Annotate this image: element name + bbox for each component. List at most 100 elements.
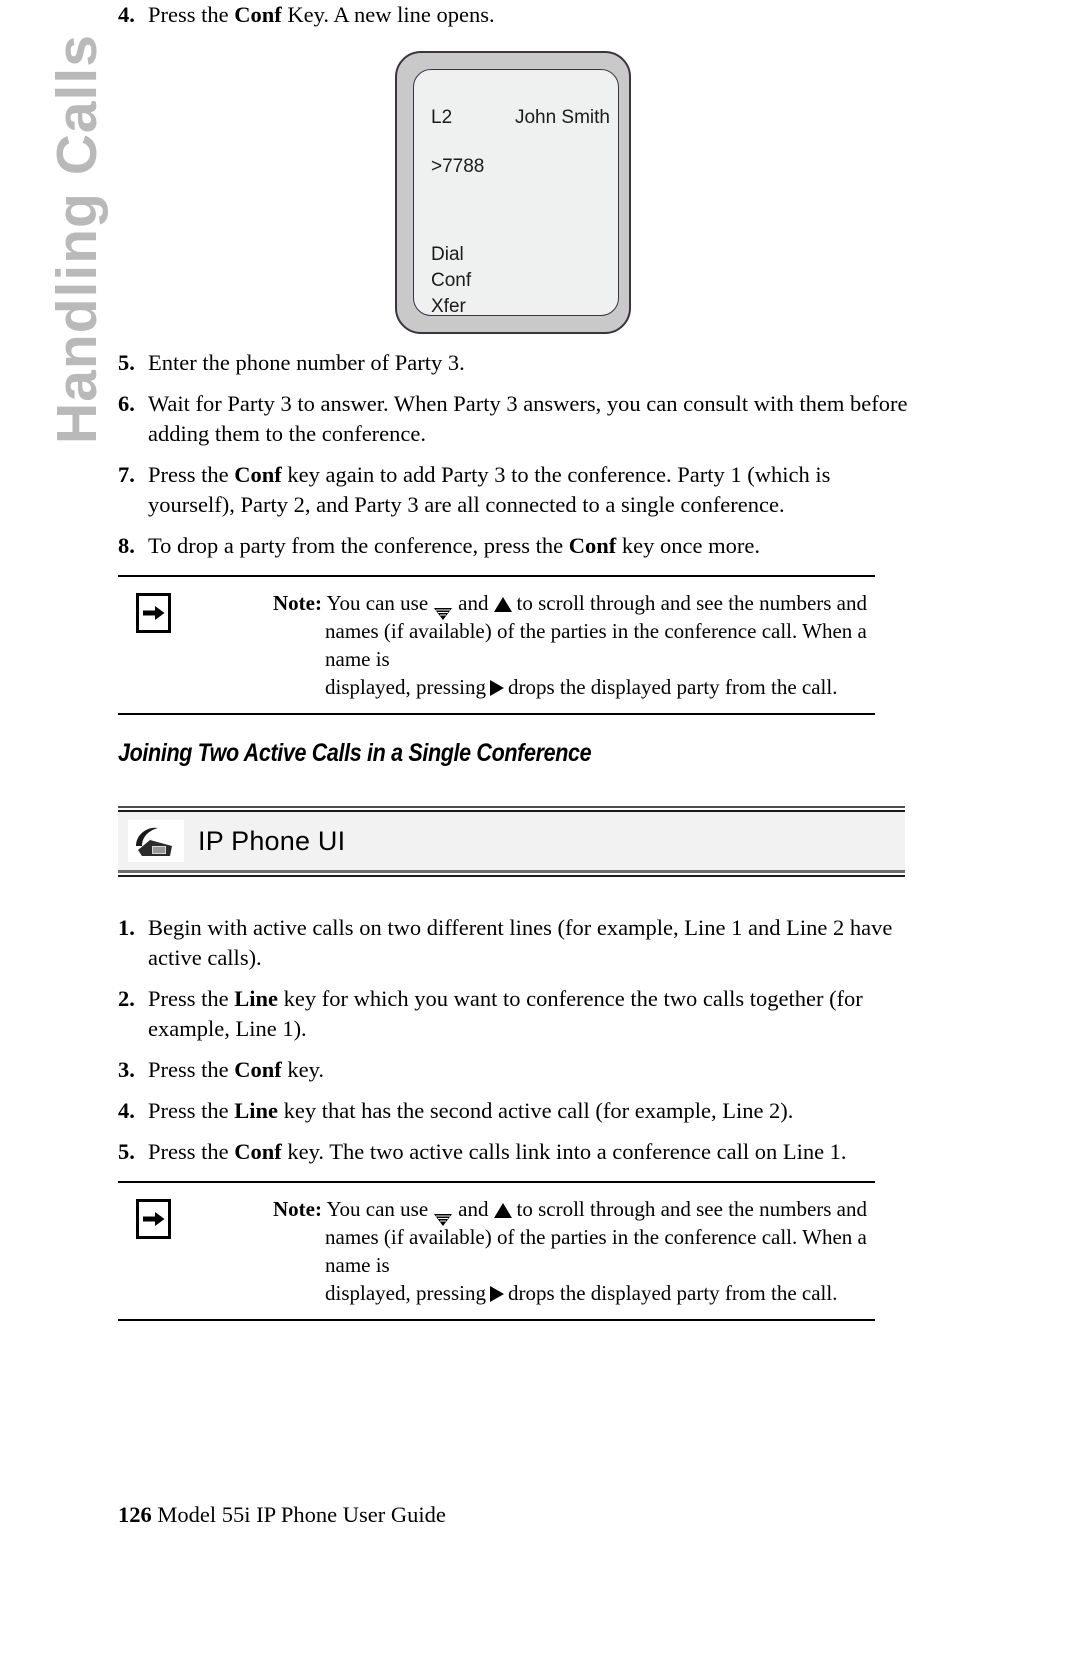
note-line2: names (if available) of the parties in t…	[325, 619, 867, 671]
note-body: Note: You can use and to scroll through a…	[118, 577, 875, 711]
note2-body: Note: You can use and to scroll through a…	[118, 1183, 875, 1317]
scroll-down-icon	[433, 1206, 453, 1227]
page-footer: 126 Model 55i IP Phone User Guide	[118, 1502, 446, 1528]
step-text-run: Enter the phone number of Party 3.	[148, 350, 465, 375]
step-number: 1.	[118, 915, 135, 940]
phone-screen-figure: L2 John Smith >7788 Dial Conf Xfer	[118, 44, 918, 344]
step-key-name: Conf	[234, 2, 282, 27]
steps-list-conference: 5. Enter the phone number of Party 3. 6. Wa…	[118, 348, 918, 561]
step-number: 6.	[118, 391, 135, 416]
step-number: 7.	[118, 462, 135, 487]
note-line3a: displayed, pressing	[325, 675, 486, 699]
note-seg2: and	[458, 591, 489, 615]
step-item: 4. Press the Line key that has the second…	[118, 1096, 918, 1126]
step-item: 3. Press the Conf key.	[118, 1055, 918, 1085]
step-item: 5. Press the Conf key. The two active cal…	[118, 1137, 918, 1167]
step-text-run: Press the	[148, 462, 235, 487]
banner-content: IP Phone UI	[118, 812, 905, 870]
step-text-run: Press the	[148, 1098, 235, 1123]
note-rule-bottom	[118, 713, 875, 715]
step-text: Press the Conf key again to add Party 3 …	[148, 462, 830, 517]
step-text-run: To drop a party from the conference, pre…	[148, 533, 569, 558]
step-number: 4.	[118, 1098, 135, 1123]
step-key-name: Line	[234, 1098, 279, 1123]
lcd-softkey-xfer: Xfer	[431, 296, 466, 317]
step-text: Enter the phone number of Party 3.	[148, 350, 465, 375]
step-text-run: Press the	[148, 986, 235, 1011]
step-number: 5.	[118, 1139, 135, 1164]
lcd-line-label: L2	[431, 107, 453, 128]
note2-line2: names (if available) of the parties in t…	[325, 1225, 867, 1277]
step-number: 4.	[118, 2, 135, 27]
step-text-run: Wait for Party 3 to answer. When Party 3…	[148, 391, 908, 446]
step-item: 6. Wait for Party 3 to answer. When Party…	[118, 389, 918, 449]
step-text-run: Press the	[148, 1057, 235, 1082]
note-block-1: Note: You can use and to scroll through a…	[118, 575, 918, 715]
note2-seg2: and	[458, 1197, 489, 1221]
step-text-run: Press the	[148, 1139, 235, 1164]
note2-seg1: You can use	[326, 1197, 429, 1221]
step-text: Press the Conf key.	[148, 1057, 324, 1082]
note-text: Note: You can use and to scroll through a…	[273, 589, 875, 701]
step-item: 1. Begin with active calls on two differe…	[118, 913, 918, 973]
lcd-softkey-conf: Conf	[431, 270, 472, 291]
banner-label: IP Phone UI	[198, 825, 346, 856]
step-text-run: key once more.	[616, 533, 760, 558]
step-key-name: Conf	[568, 533, 617, 558]
step-text: To drop a party from the conference, pre…	[148, 533, 760, 558]
lcd-status-row: L2 John Smith	[431, 107, 610, 129]
step-item: 8. To drop a party from the conference, p…	[118, 531, 918, 561]
note2-rule-bottom	[118, 1319, 875, 1321]
scroll-down-icon	[433, 600, 453, 621]
step-key-name: Conf	[234, 1057, 282, 1082]
step-number: 2.	[118, 986, 135, 1011]
steps-list-ip-phone-ui: 1. Begin with active calls on two differe…	[118, 913, 918, 1167]
steps-list-top: 4. Press the Conf Key. A new line opens.	[118, 0, 918, 30]
note2-label: Note:	[273, 1197, 322, 1221]
note-label: Note:	[273, 591, 322, 615]
step-item: 7. Press the Conf key again to add Party …	[118, 460, 918, 520]
section-heading: Joining Two Active Calls in a Single Con…	[118, 739, 592, 767]
step-key-name: Conf	[234, 1139, 282, 1164]
lcd-softkey-dial: Dial	[431, 244, 464, 265]
note2-seg3: to scroll through and see the numbers an…	[516, 1197, 868, 1221]
step-key-name: Conf	[234, 462, 282, 487]
phone-lcd-screen: L2 John Smith >7788 Dial Conf Xfer	[413, 69, 619, 317]
step-text: Wait for Party 3 to answer. When Party 3…	[148, 391, 907, 446]
step-text-run: Key. A new line opens.	[281, 2, 495, 27]
lcd-caller-name: John Smith	[514, 107, 610, 128]
step-text: Press the Conf Key. A new line opens.	[148, 2, 495, 27]
step-item: 5. Enter the phone number of Party 3.	[118, 348, 918, 378]
right-arrow-icon	[489, 680, 504, 697]
step-text: Press the Line key for which you want to…	[148, 986, 863, 1041]
scroll-up-icon	[493, 596, 512, 612]
page-number: 126	[118, 1502, 152, 1527]
phone-body: L2 John Smith >7788 Dial Conf Xfer	[395, 51, 631, 334]
note2-line3b: drops the displayed party from the call.	[507, 1281, 838, 1305]
note-block-2: Note: You can use and to scroll through a…	[118, 1181, 918, 1321]
guide-title: Model 55i IP Phone User Guide	[157, 1502, 446, 1527]
step-text: Begin with active calls on two different…	[148, 915, 892, 970]
step-text-run: key that has the second active call (for…	[278, 1098, 794, 1123]
lcd-dialed-number: >7788	[431, 156, 485, 177]
step-key-name: Line	[234, 986, 279, 1011]
scroll-up-icon	[493, 1202, 512, 1218]
chapter-running-head-label: Handling Calls	[45, 34, 109, 444]
step-number: 5.	[118, 350, 135, 375]
note-line3b: drops the displayed party from the call.	[507, 675, 838, 699]
step-text-run: key.	[281, 1057, 325, 1082]
arrow-right-boxed-icon	[136, 1199, 171, 1239]
note2-line3: displayed, pressing drops the displayed p…	[325, 1279, 875, 1307]
step-text-run: key. The two active calls link into a co…	[281, 1139, 847, 1164]
note-line3: displayed, pressing drops the displayed p…	[325, 673, 875, 701]
step-number: 3.	[118, 1057, 135, 1082]
step-number: 8.	[118, 533, 135, 558]
step-text: Press the Line key that has the second a…	[148, 1098, 793, 1123]
note2-text: Note: You can use and to scroll through a…	[273, 1195, 875, 1307]
page-content: 4. Press the Conf Key. A new line opens. …	[118, 0, 918, 1327]
lcd-softkey-list: Dial Conf Xfer	[431, 242, 471, 320]
step-text: Press the Conf key. The two active calls…	[148, 1139, 847, 1164]
banner-rule-bottom	[118, 870, 905, 877]
ip-phone-ui-banner: IP Phone UI	[118, 806, 905, 877]
note-seg1: You can use	[326, 591, 429, 615]
